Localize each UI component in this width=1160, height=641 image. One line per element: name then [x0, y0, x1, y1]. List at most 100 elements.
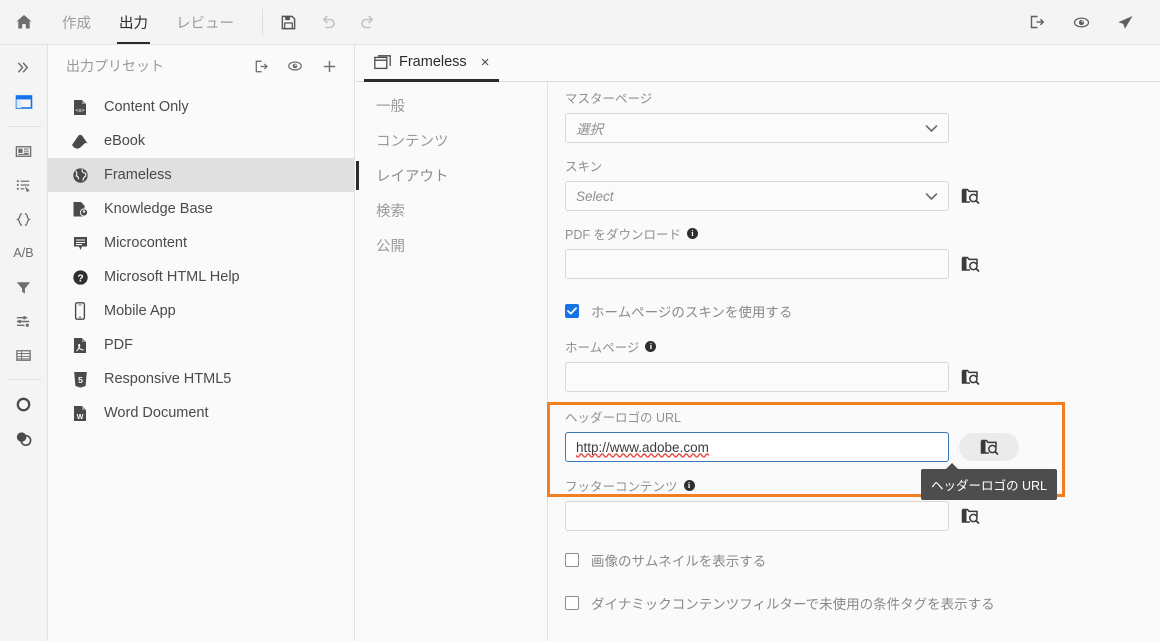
field-row	[565, 501, 981, 531]
info-icon[interactable]: i	[645, 341, 657, 352]
send-button[interactable]	[1108, 5, 1142, 39]
send-paper-plane-icon	[1117, 15, 1132, 29]
rail-item-master-page[interactable]	[0, 134, 48, 168]
preset-item-mobile-app[interactable]: Mobile App	[48, 294, 354, 328]
section-nav-search[interactable]: 検索	[356, 193, 547, 228]
preset-item-word-document[interactable]: W Word Document	[48, 396, 354, 430]
homepage-browse-button[interactable]	[959, 366, 981, 388]
skin-browse-button[interactable]	[959, 185, 981, 207]
show-unused-condition-tags-checkbox[interactable]	[565, 596, 579, 610]
add-plus-icon	[323, 60, 335, 72]
field-row: 選択	[565, 113, 949, 143]
svg-text:?: ?	[77, 273, 83, 284]
menu-tab-label: レビュー	[176, 15, 234, 32]
rail-item-layers[interactable]	[0, 421, 48, 455]
preset-label: Word Document	[104, 405, 209, 421]
preset-item-microcontent[interactable]: Microcontent	[48, 226, 354, 260]
publish-button[interactable]	[1020, 5, 1054, 39]
add-preset-button[interactable]	[318, 55, 340, 77]
preview-button[interactable]	[1064, 5, 1098, 39]
ab-condition-icon: A/B	[13, 246, 34, 260]
menu-tab-review[interactable]: レビュー	[162, 0, 248, 44]
generate-output-button[interactable]	[250, 55, 272, 77]
field-show-image-thumbnails[interactable]: 画像のサムネイルを表示する	[565, 550, 766, 570]
rail-item-styles[interactable]	[0, 387, 48, 421]
download-pdf-input[interactable]	[565, 249, 949, 279]
menu-tab-output[interactable]: 出力	[105, 0, 162, 44]
svg-text:W: W	[77, 414, 84, 421]
master-page-icon	[15, 145, 32, 157]
rail-item-expand[interactable]	[0, 49, 48, 85]
table-grid-icon	[16, 349, 31, 361]
menu-tab-authoring[interactable]: 作成	[48, 0, 105, 44]
field-row: Select	[565, 181, 981, 211]
footer-content-input[interactable]	[565, 501, 949, 531]
master-page-select[interactable]: 選択	[565, 113, 949, 143]
field-row: http://www.adobe.com	[565, 432, 1019, 462]
section-nav-publish[interactable]: 公開	[356, 228, 547, 263]
show-unused-condition-tags-label: ダイナミックコンテンツフィルターで未使用の条件タグを表示する	[591, 597, 995, 612]
undo-button[interactable]	[311, 5, 345, 39]
preset-item-knowledge-base[interactable]: Knowledge Base	[48, 192, 354, 226]
rail-item-filter[interactable]	[0, 270, 48, 304]
section-nav-label: 検索	[376, 204, 405, 220]
content-only-icon: <x>	[70, 97, 90, 117]
field-label: PDF をダウンロード i	[565, 224, 981, 243]
rail-item-tables[interactable]	[0, 338, 48, 372]
field-show-unused-condition-tags[interactable]: ダイナミックコンテンツフィルターで未使用の条件タグを表示する	[565, 593, 995, 613]
field-row	[565, 249, 981, 279]
master-page-label: マスターページ	[565, 92, 653, 106]
header-logo-url-input[interactable]: http://www.adobe.com	[565, 432, 949, 462]
preset-item-ebook[interactable]: eBook	[48, 124, 354, 158]
toolbar-actions	[271, 5, 385, 39]
document-tab-frameless[interactable]: Frameless ×	[364, 45, 500, 82]
rail-item-conditions[interactable]: A/B	[0, 236, 48, 270]
publish-icon	[1030, 15, 1044, 29]
sidebar-title: 出力プリセット	[66, 58, 164, 74]
section-nav-content[interactable]: コンテンツ	[356, 123, 547, 158]
homepage-label: ホームページ	[565, 341, 640, 355]
rail-divider	[6, 126, 41, 127]
ebook-icon	[70, 131, 90, 151]
svg-text:<x>: <x>	[75, 108, 84, 114]
redo-button[interactable]	[351, 5, 385, 39]
preset-list: <x> Content Only eBook Frameless Knowled…	[48, 87, 354, 430]
info-icon[interactable]: i	[686, 228, 698, 239]
preset-item-pdf[interactable]: PDF	[48, 328, 354, 362]
save-icon	[281, 15, 295, 29]
section-nav-general[interactable]: 一般	[356, 88, 547, 123]
chevron-down-icon	[925, 124, 938, 133]
skin-select[interactable]: Select	[565, 181, 949, 211]
footer-content-browse-button[interactable]	[959, 505, 981, 527]
section-nav-label: 公開	[376, 239, 405, 255]
field-master-page: マスターページ 選択	[565, 88, 949, 143]
field-use-homepage-skin[interactable]: ホームページのスキンを使用する	[565, 301, 792, 321]
rail-item-snippets[interactable]	[0, 168, 48, 202]
home-button[interactable]	[0, 0, 48, 44]
show-image-thumbnails-checkbox[interactable]	[565, 553, 579, 567]
preset-item-microsoft-html-help[interactable]: ? Microsoft HTML Help	[48, 260, 354, 294]
rail-item-settings[interactable]	[0, 304, 48, 338]
preset-item-frameless[interactable]: Frameless	[48, 158, 354, 192]
rail-divider	[6, 379, 41, 380]
frameless-globe-icon	[70, 165, 90, 185]
close-icon[interactable]: ×	[481, 55, 490, 70]
document-tab-label: Frameless	[399, 54, 467, 70]
save-button[interactable]	[271, 5, 305, 39]
preview-button[interactable]	[284, 55, 306, 77]
preset-label: Microsoft HTML Help	[104, 269, 240, 285]
skin-value: Select	[576, 188, 614, 204]
document-window-icon	[374, 54, 391, 70]
rail-item-output[interactable]	[0, 85, 48, 119]
redo-icon	[361, 15, 374, 29]
section-nav-layout[interactable]: レイアウト	[356, 158, 547, 193]
download-pdf-browse-button[interactable]	[959, 253, 981, 275]
preset-item-responsive-html5[interactable]: 5 Responsive HTML5	[48, 362, 354, 396]
sidebar-header: 出力プリセット	[48, 45, 354, 87]
preset-item-content-only[interactable]: <x> Content Only	[48, 90, 354, 124]
use-homepage-skin-checkbox[interactable]	[565, 304, 579, 318]
rail-item-variables[interactable]	[0, 202, 48, 236]
homepage-input[interactable]	[565, 362, 949, 392]
info-icon[interactable]: i	[683, 480, 695, 491]
header-logo-url-browse-button[interactable]	[959, 433, 1019, 461]
